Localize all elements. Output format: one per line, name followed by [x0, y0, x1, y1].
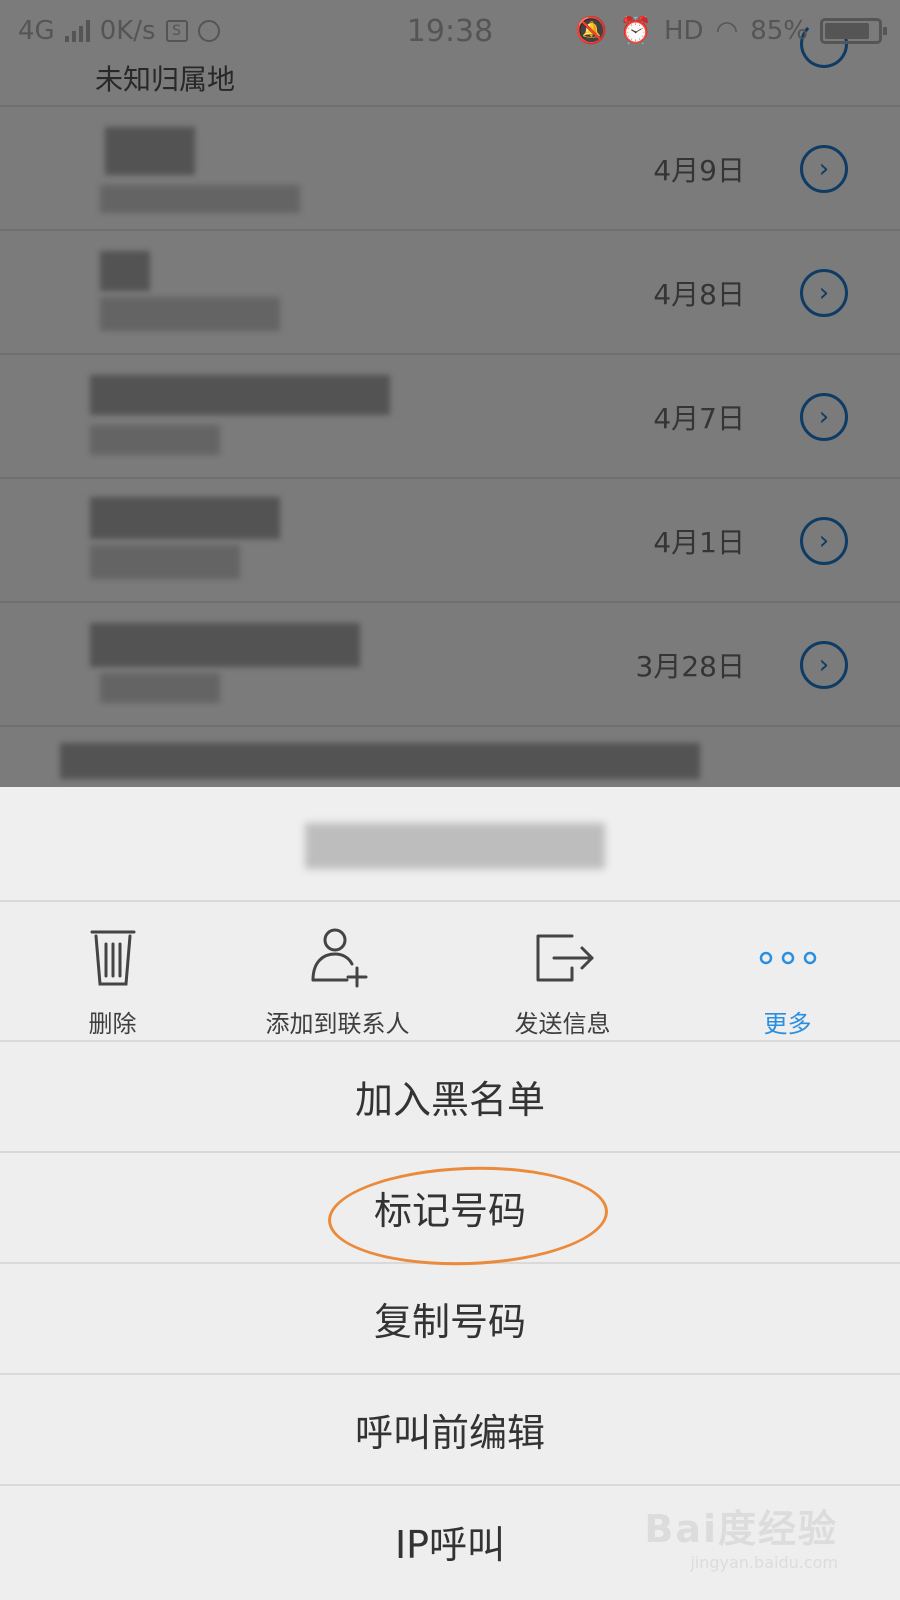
mark-number-item[interactable]: 标记号码 [0, 1153, 900, 1270]
quick-actions: 删除 添加到联系人 发送信息 更多 [0, 902, 900, 1042]
add-contact-icon [311, 928, 367, 988]
status-time: 19:38 [406, 13, 494, 49]
sim-icon: S [165, 20, 188, 42]
send-message-icon [536, 934, 593, 982]
alarm-icon: ⏰ [619, 16, 652, 46]
network-type: 4G [18, 16, 55, 46]
highlight-circle [326, 1162, 610, 1270]
more-dots-icon [759, 951, 816, 965]
copy-number-label: 复制号码 [373, 1300, 526, 1344]
sync-icon [197, 20, 220, 42]
sheet-header [0, 787, 900, 902]
add-to-blacklist-item[interactable]: 加入黑名单 [0, 1042, 900, 1153]
baidu-watermark: Bai度经验 jingyan.baidu.com [644, 1498, 838, 1572]
battery-percent: 85% [750, 16, 808, 46]
watermark-sub: jingyan.baidu.com [690, 1553, 838, 1572]
add-to-contacts-button[interactable]: 添加到联系人 [225, 902, 450, 1042]
send-message-button[interactable]: 发送信息 [450, 902, 675, 1042]
status-bar: 4G 0K/s S 19:38 🔕 ⏰ HD ◠ 85% [0, 0, 900, 62]
more-button[interactable]: 更多 [675, 902, 900, 1042]
action-sheet: 删除 添加到联系人 发送信息 更多 加入黑名单 标记号码 复制号码 呼叫前编辑 … [0, 787, 900, 1600]
delete-label: 删除 [88, 1010, 137, 1038]
more-label: 更多 [763, 1010, 812, 1038]
ip-call-label: IP呼叫 [394, 1523, 506, 1567]
delete-button[interactable]: 删除 [0, 902, 225, 1042]
copy-number-item[interactable]: 复制号码 [0, 1264, 900, 1375]
wifi-icon: ◠ [715, 16, 739, 46]
signal-icon [64, 20, 90, 42]
mute-bell-icon: 🔕 [575, 16, 608, 46]
edit-before-call-label: 呼叫前编辑 [354, 1411, 545, 1455]
edit-before-call-item[interactable]: 呼叫前编辑 [0, 1375, 900, 1486]
blurred-phone-number [305, 823, 605, 869]
send-message-label: 发送信息 [514, 1010, 611, 1038]
dim-overlay[interactable] [0, 0, 900, 787]
battery-fill [825, 23, 870, 39]
add-to-blacklist-label: 加入黑名单 [354, 1078, 545, 1122]
watermark-main: Bai度经验 [644, 1507, 838, 1551]
network-speed: 0K/s [99, 16, 156, 46]
hd-label: HD [663, 16, 704, 46]
battery-icon [820, 18, 887, 44]
add-contact-label: 添加到联系人 [265, 1010, 410, 1038]
trash-icon [90, 930, 135, 986]
